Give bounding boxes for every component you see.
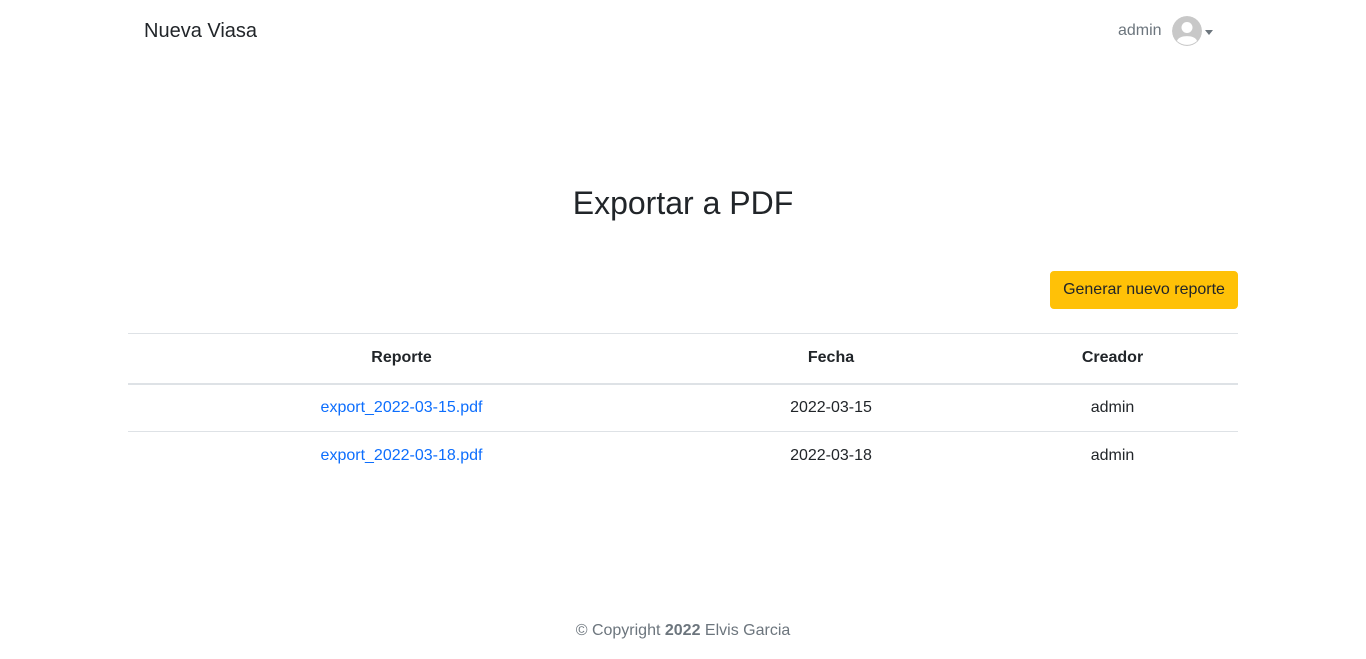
report-download-link[interactable]: export_2022-03-18.pdf <box>321 447 483 464</box>
copyright-author: Elvis Garcia <box>704 622 791 639</box>
copyright-year: 2022 <box>664 622 701 639</box>
generate-report-button[interactable]: Generar nuevo reporte <box>1050 271 1238 309</box>
table-row: export_2022-03-15.pdf 2022-03-15 admin <box>128 383 1238 432</box>
table-row: export_2022-03-18.pdf 2022-03-18 admin <box>128 432 1238 480</box>
cell-reporte: export_2022-03-18.pdf <box>128 432 675 480</box>
reports-table: Reporte Fecha Creador export_2022-03-15.… <box>128 333 1238 480</box>
report-download-link[interactable]: export_2022-03-15.pdf <box>321 399 483 416</box>
page-title: Exportar a PDF <box>572 185 794 221</box>
user-menu-dropdown[interactable]: admin <box>1118 14 1213 48</box>
chevron-down-icon <box>1204 29 1213 35</box>
cell-creador: admin <box>1090 446 1135 464</box>
copyright-prefix: © Copyright <box>575 622 661 639</box>
cell-fecha: 2022-03-15 <box>675 383 987 432</box>
navbar: Nueva Viasa admin <box>0 0 1366 62</box>
user-avatar-icon <box>1171 16 1202 46</box>
table-header-row: Reporte Fecha Creador <box>128 333 1238 385</box>
column-header-reporte[interactable]: Reporte <box>128 333 675 385</box>
footer: © Copyright 2022 Elvis Garcia <box>0 621 1366 641</box>
brand-link[interactable]: Nueva Viasa <box>144 19 257 43</box>
user-name: admin <box>1118 22 1162 39</box>
cell-creador: admin <box>987 383 1238 432</box>
cell-fecha: 2022-03-18 <box>790 446 872 464</box>
cell-reporte: export_2022-03-15.pdf <box>128 383 675 432</box>
column-header-creador[interactable]: Creador <box>987 333 1238 385</box>
column-header-fecha[interactable]: Fecha <box>675 333 987 385</box>
